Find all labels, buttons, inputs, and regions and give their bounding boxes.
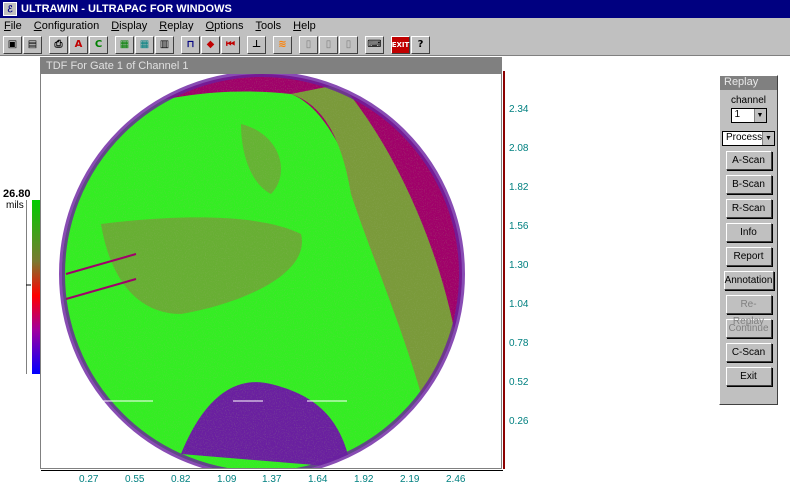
c-scan-button[interactable]: C-Scan bbox=[725, 343, 772, 362]
channel-label: channel bbox=[730, 95, 767, 106]
replay-panel-title: Replay bbox=[720, 76, 777, 90]
exit-button[interactable]: Exit bbox=[725, 367, 772, 386]
keyboard-icon[interactable]: ⌨ bbox=[365, 35, 384, 54]
green-grid-icon[interactable]: ▦ bbox=[115, 35, 134, 54]
re-replay-button[interactable]: Re-Replay bbox=[725, 295, 772, 327]
c-scan-image bbox=[59, 71, 465, 477]
y-tick: 0.26 bbox=[509, 416, 529, 427]
info-button[interactable]: Info bbox=[725, 223, 772, 242]
mode-value: Process bbox=[726, 132, 763, 143]
menu-display[interactable]: Display bbox=[111, 20, 147, 32]
channel-value: 1 bbox=[734, 109, 741, 120]
a-scan-icon[interactable]: A bbox=[69, 35, 88, 54]
x-tick: 0.55 bbox=[125, 474, 145, 485]
page1-icon[interactable]: ▯ bbox=[299, 35, 318, 54]
x-tick: 1.37 bbox=[262, 474, 282, 485]
x-axis: 0.27 0.55 0.82 1.09 1.37 1.64 1.92 2.19 … bbox=[41, 470, 503, 490]
x-tick: 1.09 bbox=[217, 474, 237, 485]
colorbar-graphic bbox=[25, 200, 40, 374]
channel-select[interactable]: 1 ▼ bbox=[730, 108, 767, 123]
window-title: ULTRAWIN - ULTRAPAC FOR WINDOWS bbox=[21, 3, 232, 15]
chevron-down-icon[interactable]: ▼ bbox=[753, 109, 766, 122]
y-tick: 1.04 bbox=[509, 299, 529, 310]
continue-button[interactable]: Continue bbox=[725, 319, 772, 338]
annotation-button[interactable]: Annotation bbox=[723, 271, 774, 290]
colorbar-unit: mils bbox=[6, 200, 24, 211]
x-tick: 0.27 bbox=[79, 474, 99, 485]
menu-tools[interactable]: Tools bbox=[255, 20, 281, 32]
menu-bar: File Configuration Display Replay Option… bbox=[0, 18, 790, 34]
title-bar: ℰ ULTRAWIN - ULTRAPAC FOR WINDOWS bbox=[0, 0, 790, 18]
blue-grid-icon[interactable]: ▦ bbox=[135, 35, 154, 54]
plot-area[interactable] bbox=[41, 71, 501, 477]
report-button[interactable]: Report bbox=[725, 247, 772, 266]
y-tick: 1.56 bbox=[509, 221, 529, 232]
rainbow-icon[interactable]: ≋ bbox=[273, 35, 292, 54]
menu-help[interactable]: Help bbox=[293, 20, 316, 32]
y-tick: 2.08 bbox=[509, 143, 529, 154]
y-tick: 0.52 bbox=[509, 377, 529, 388]
channels-icon[interactable]: ▥ bbox=[155, 35, 174, 54]
axis-icon[interactable]: ⊥ bbox=[247, 35, 266, 54]
y-tick: 1.82 bbox=[509, 182, 529, 193]
save-icon[interactable]: ▤ bbox=[23, 35, 42, 54]
exit-icon[interactable]: EXIT bbox=[391, 35, 410, 54]
plot-title: TDF For Gate 1 of Channel 1 bbox=[41, 58, 501, 74]
y-axis: 2.34 2.08 1.82 1.56 1.30 1.04 0.78 0.52 … bbox=[503, 71, 528, 469]
mode-select[interactable]: Process ▼ bbox=[722, 131, 775, 146]
menu-options[interactable]: Options bbox=[206, 20, 244, 32]
colorbar bbox=[25, 200, 40, 374]
x-tick: 0.82 bbox=[171, 474, 191, 485]
menu-file[interactable]: File bbox=[4, 20, 22, 32]
r-scan-button[interactable]: R-Scan bbox=[725, 199, 772, 218]
x-tick: 1.92 bbox=[354, 474, 374, 485]
toolbar: ▣ ▤ ⎙ A C ▦ ▦ ▥ ⊓ ◆ ⏮ ⊥ ≋ ▯ ▯ ▯ ⌨ EXIT ? bbox=[0, 34, 790, 56]
replay-panel: Replay channel 1 ▼ Process ▼ A-Scan B-Sc… bbox=[719, 75, 778, 405]
a-scan-button[interactable]: A-Scan bbox=[725, 151, 772, 170]
menu-replay[interactable]: Replay bbox=[159, 20, 193, 32]
gate-icon[interactable]: ⊓ bbox=[181, 35, 200, 54]
x-tick: 1.64 bbox=[308, 474, 328, 485]
app-icon[interactable]: ℰ bbox=[3, 2, 17, 16]
play-icon[interactable]: ◆ bbox=[201, 35, 220, 54]
page3-icon[interactable]: ▯ bbox=[339, 35, 358, 54]
y-tick: 2.34 bbox=[509, 104, 529, 115]
chevron-down-icon[interactable]: ▼ bbox=[762, 132, 774, 145]
page2-icon[interactable]: ▯ bbox=[319, 35, 338, 54]
x-tick: 2.19 bbox=[400, 474, 420, 485]
menu-configuration[interactable]: Configuration bbox=[34, 20, 99, 32]
y-tick: 0.78 bbox=[509, 338, 529, 349]
tdf-plot-window[interactable]: TDF For Gate 1 of Channel 1 bbox=[40, 57, 502, 477]
x-tick: 2.46 bbox=[446, 474, 466, 485]
b-scan-button[interactable]: B-Scan bbox=[725, 175, 772, 194]
c-scan-icon[interactable]: C bbox=[89, 35, 108, 54]
help-icon[interactable]: ? bbox=[411, 35, 430, 54]
colorbar-value: 26.80 bbox=[3, 188, 31, 200]
y-tick: 1.30 bbox=[509, 260, 529, 271]
rewind-icon[interactable]: ⏮ bbox=[221, 35, 240, 54]
open-icon[interactable]: ▣ bbox=[3, 35, 22, 54]
print-icon[interactable]: ⎙ bbox=[49, 35, 68, 54]
